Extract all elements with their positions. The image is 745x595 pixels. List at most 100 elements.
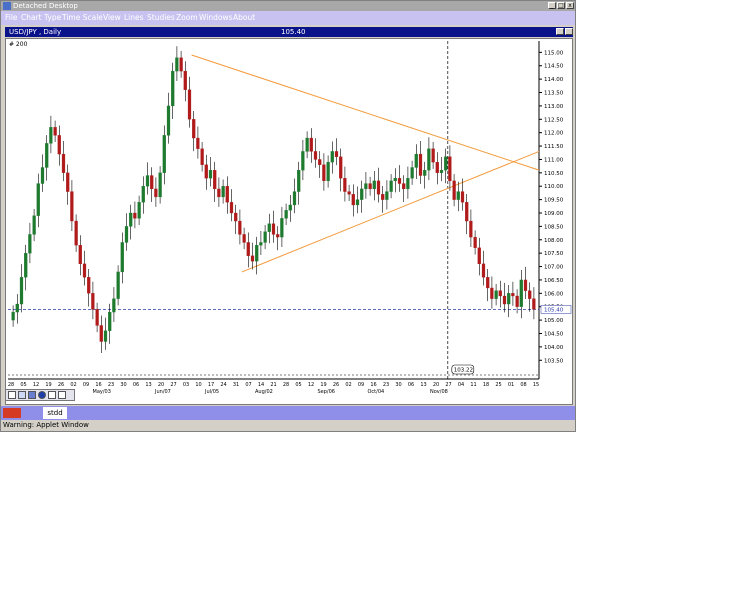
x-tick-label: 20: [158, 382, 164, 388]
candle-body: [255, 244, 259, 262]
candle-body: [15, 303, 19, 313]
candle-body: [276, 234, 280, 238]
line-tool-icon[interactable]: [18, 391, 26, 399]
candle-body: [523, 279, 528, 291]
menu-bar: File Chart Type Time Scale View Lines St…: [1, 11, 575, 25]
candle-body: [490, 287, 494, 299]
minimize-button[interactable]: _: [548, 2, 556, 9]
y-tick-label: 110.50: [544, 171, 564, 177]
start-button[interactable]: [3, 408, 21, 418]
y-tick-label: 109.50: [544, 198, 564, 204]
candle-body: [456, 191, 460, 200]
x-month-label: Jun/07: [154, 389, 171, 395]
candle-body: [410, 167, 414, 179]
x-tick-label: 01: [508, 382, 514, 388]
candle-body: [528, 290, 532, 299]
candle-body: [444, 156, 448, 171]
y-tick-label: 108.50: [544, 224, 564, 230]
x-tick-label: 05: [295, 382, 301, 388]
candle-body: [372, 180, 376, 190]
help-tool-icon[interactable]: [58, 391, 66, 399]
candle-body: [397, 178, 402, 184]
candle-body: [360, 188, 364, 200]
candle-body: [137, 202, 141, 219]
candle-body: [183, 70, 187, 90]
candle-body: [309, 137, 313, 152]
x-tick-label: 11: [470, 382, 476, 388]
candle-body: [288, 204, 292, 211]
y-tick-label: 106.50: [544, 278, 564, 284]
y-tick-label: 106.00: [544, 291, 564, 297]
candle-body: [204, 164, 208, 179]
candle-body: [511, 293, 515, 297]
x-tick-label: 19: [320, 382, 326, 388]
candle-body: [246, 242, 250, 256]
x-tick-label: 17: [208, 382, 214, 388]
menu-lines[interactable]: Lines: [124, 13, 144, 22]
candle-body: [330, 151, 334, 163]
menu-time-scale[interactable]: Time Scale: [62, 13, 103, 22]
maximize-button[interactable]: □: [557, 2, 565, 9]
chart-corner-label: # 200: [9, 41, 28, 48]
candle-body: [477, 247, 481, 265]
taskbar-item[interactable]: stdd: [43, 407, 67, 419]
candle-body: [175, 57, 179, 72]
candle-body: [145, 175, 150, 187]
x-tick-label: 12: [33, 382, 39, 388]
close-button[interactable]: x: [566, 2, 574, 9]
status-text: Warning: Applet Window: [3, 421, 89, 429]
circle-tool-icon[interactable]: [38, 391, 46, 399]
candle-body: [120, 242, 124, 273]
candle-body: [284, 210, 288, 219]
candle-body: [297, 170, 301, 192]
x-tick-label: 27: [445, 382, 451, 388]
candle-body: [389, 180, 393, 192]
zoom-tool-icon[interactable]: [48, 391, 56, 399]
candle-body: [11, 311, 15, 321]
cursor-tool-icon[interactable]: [8, 391, 16, 399]
title-bar[interactable]: Detached Desktop _ □ x: [1, 1, 575, 11]
x-month-label: Aug/02: [255, 389, 273, 395]
x-tick-label: 02: [345, 382, 351, 388]
menu-windows[interactable]: Windows: [199, 13, 232, 22]
candle-body: [99, 325, 103, 342]
x-tick-label: 30: [120, 382, 126, 388]
candle-body: [334, 151, 339, 157]
price-chart[interactable]: # 200 115.00 114.50 114.00 113.50 113.00 112.…: [6, 39, 572, 404]
menu-chart-type[interactable]: Chart Type: [21, 13, 61, 22]
y-tick-label: 104.50: [544, 331, 564, 337]
y-tick-label: 111.00: [544, 157, 564, 163]
candle-body: [368, 183, 372, 190]
candle-body: [162, 135, 166, 173]
candle-body: [364, 183, 368, 190]
indicator-tool-icon[interactable]: [28, 391, 36, 399]
candle-body: [439, 170, 444, 173]
candle-body: [238, 220, 242, 235]
x-tick-label: 16: [95, 382, 101, 388]
chart-restore-button[interactable]: [556, 28, 564, 35]
menu-studies[interactable]: Studies: [147, 13, 175, 22]
candle-body: [473, 236, 477, 248]
x-tick-label: 19: [45, 382, 51, 388]
x-tick-label: 20: [433, 382, 439, 388]
y-tick-label: 103.50: [544, 358, 564, 364]
candle-body: [452, 180, 456, 200]
x-tick-label: 27: [170, 382, 176, 388]
candle-body: [414, 153, 418, 168]
x-month-label: May/03: [93, 389, 111, 395]
candle-body: [57, 135, 61, 155]
candle-body: [87, 277, 91, 294]
last-price-label: 105.40: [544, 307, 564, 313]
candle-body: [91, 293, 95, 310]
chart-close-button[interactable]: [565, 28, 573, 35]
menu-about[interactable]: About: [233, 13, 255, 22]
menu-view[interactable]: View: [103, 13, 121, 22]
candle-body: [28, 234, 32, 254]
candle-body: [141, 186, 145, 203]
candle-body: [61, 153, 66, 173]
x-tick-label: 16: [370, 382, 376, 388]
menu-zoom[interactable]: Zoom: [176, 13, 198, 22]
candle-body: [234, 212, 238, 222]
chart-panel[interactable]: # 200 115.00 114.50 114.00 113.50 113.00 112.…: [5, 38, 573, 405]
menu-file[interactable]: File: [5, 13, 18, 22]
